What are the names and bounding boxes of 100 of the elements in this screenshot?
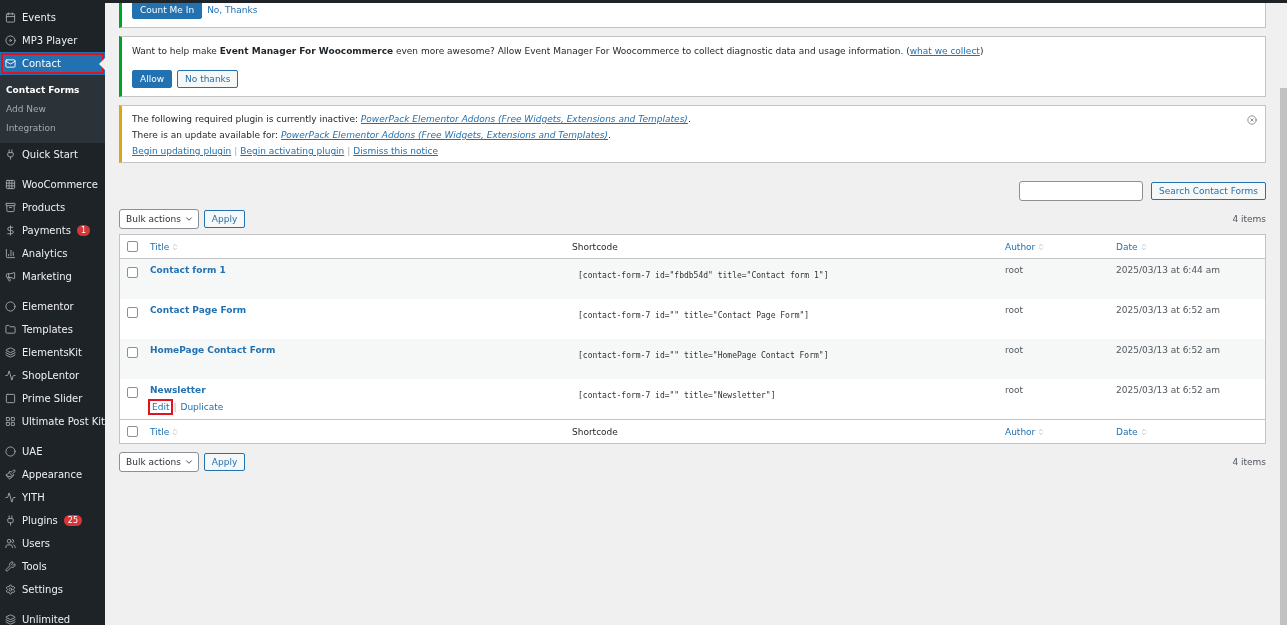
notice-text: Want to help make Event Manager For Woocommerce even more awesome? Allow Event Manager For Woocommerce to collect diagnostic data and usage information. (what we collect) (132, 46, 984, 56)
megaphone-icon (5, 271, 16, 282)
action-link[interactable]: Begin updating plugin (132, 146, 232, 156)
menu-item[interactable]: YITH (0, 486, 105, 509)
primary-button[interactable]: Allow (132, 70, 173, 88)
menu-item[interactable]: WooCommerce (0, 173, 105, 196)
menu-item[interactable]: Quick Start (0, 143, 105, 166)
checkbox[interactable] (127, 387, 138, 398)
submenu-item[interactable]: Add New (0, 99, 105, 118)
circle-icon (5, 301, 16, 312)
notice-text: The following required plugin is currently inactive: PowerPack Elementor Addons (Free Widgets, Extensions and Templates). (132, 114, 691, 124)
secondary-button[interactable]: No thanks (177, 70, 239, 88)
form-title-link[interactable]: Contact form 1 (150, 265, 226, 275)
menu-item[interactable]: UAE (0, 440, 105, 463)
sortable-column-header[interactable]: Author (1005, 426, 1046, 437)
dismiss-link[interactable]: No, Thanks (207, 5, 258, 15)
checkbox[interactable] (127, 267, 138, 278)
item-count: 4 items (1232, 214, 1266, 224)
circle-icon (5, 446, 16, 457)
menu-item[interactable]: Marketing (0, 265, 105, 288)
form-title-link[interactable]: Newsletter (150, 385, 206, 395)
column-heading: Shortcode (572, 426, 618, 437)
menu-item[interactable]: Tools (0, 555, 105, 578)
menu-item[interactable]: Plugins 25 (0, 509, 105, 532)
form-title-link[interactable]: Contact Page Form (150, 305, 247, 315)
menu-item[interactable]: ShopLentor (0, 364, 105, 387)
shortcode-cell-text: [contact-form-7 id="" title="Contact Page Form"] (577, 310, 810, 320)
activity-icon (5, 370, 16, 381)
action-link[interactable]: Dismiss this notice (353, 146, 438, 156)
sortable-column-header[interactable]: Author (1005, 241, 1046, 252)
menu-item[interactable]: Appearance (0, 463, 105, 486)
menu-item[interactable]: Elementor (0, 295, 105, 318)
scrollbar-thumb[interactable] (1280, 88, 1287, 625)
menu-item[interactable]: Payments 1 (0, 219, 105, 242)
sortable-column-header[interactable]: Title (150, 241, 180, 252)
close-icon[interactable] (1247, 115, 1257, 125)
layers-icon (5, 614, 16, 625)
search-field[interactable] (1018, 181, 1143, 201)
bulk-actions-select[interactable]: Bulk actions (119, 452, 199, 472)
checkbox[interactable] (127, 241, 138, 252)
author-cell: root (1005, 345, 1024, 355)
date-cell: 2025/03/13 at 6:44 am (1116, 265, 1220, 275)
menu-item[interactable]: ElementsKit (0, 341, 105, 364)
sort-icon (1037, 242, 1046, 251)
users-icon (5, 538, 16, 549)
submenu-item[interactable]: Integration (0, 118, 105, 137)
settings-icon (5, 584, 16, 595)
chevron-down-icon (183, 214, 194, 224)
bulk-actions-select[interactable]: Bulk actions (119, 209, 199, 229)
row-action-link[interactable]: Duplicate (178, 401, 226, 413)
grid-icon (5, 179, 16, 190)
menu-item[interactable]: Analytics (0, 242, 105, 265)
menu-item[interactable]: Ultimate Post Kit (0, 410, 105, 433)
menu-item[interactable]: Users (0, 532, 105, 555)
menu-item[interactable]: Unlimited (0, 608, 105, 625)
menu-item[interactable]: Contact (0, 52, 105, 75)
layout-icon (5, 416, 16, 427)
date-cell: 2025/03/13 at 6:52 am (1116, 345, 1220, 355)
sort-icon (171, 242, 180, 251)
calendar-icon (5, 12, 16, 23)
menu-item[interactable]: Settings (0, 578, 105, 601)
shortcode-cell-text: [contact-form-7 id="" title="Newsletter"] (577, 390, 776, 400)
bar-chart-icon (5, 248, 16, 259)
shortcode-cell-text: [contact-form-7 id="" title="HomePage Contact Form"] (577, 350, 829, 360)
primary-button[interactable]: Count Me In (132, 3, 203, 19)
sort-icon (1139, 427, 1148, 436)
search-button[interactable]: Search Contact Forms (1150, 182, 1266, 200)
apply-button[interactable]: Apply (203, 453, 246, 471)
item-count: 4 items (1232, 457, 1266, 467)
plugin-link[interactable]: PowerPack Elementor Addons (Free Widgets, Extensions and Templates) (360, 114, 688, 124)
sort-icon (1139, 242, 1148, 251)
folder-icon (5, 324, 16, 335)
plugin-link[interactable]: PowerPack Elementor Addons (Free Widgets, Extensions and Templates) (280, 130, 608, 140)
menu-item[interactable]: Products (0, 196, 105, 219)
author-cell: root (1005, 385, 1024, 395)
sortable-column-header[interactable]: Date (1116, 241, 1148, 252)
separator: | (347, 146, 351, 156)
action-link[interactable]: Begin activating plugin (240, 146, 345, 156)
sortable-column-header[interactable]: Date (1116, 426, 1148, 437)
plug-icon (5, 149, 16, 160)
submenu-item[interactable]: Contact Forms (0, 80, 105, 99)
notice-text: There is an update available for: PowerPack Elementor Addons (Free Widgets, Extensions and Templates). (132, 130, 611, 140)
author-cell: root (1005, 305, 1024, 315)
count-badge: 25 (63, 515, 82, 526)
menu-item[interactable]: Events (0, 6, 105, 29)
square-icon (5, 393, 16, 404)
author-cell: root (1005, 265, 1024, 275)
checkbox[interactable] (127, 307, 138, 318)
checkbox[interactable] (127, 426, 138, 437)
row-action-link[interactable]: Edit (150, 401, 172, 413)
sortable-column-header[interactable]: Title (150, 426, 180, 437)
plug-icon (5, 515, 16, 526)
checkbox[interactable] (127, 347, 138, 358)
menu-item[interactable]: Prime Slider (0, 387, 105, 410)
date-cell: 2025/03/13 at 6:52 am (1116, 305, 1220, 315)
form-title-link[interactable]: HomePage Contact Form (150, 345, 276, 355)
apply-button[interactable]: Apply (203, 210, 246, 228)
menu-item[interactable]: Templates (0, 318, 105, 341)
disc-icon (5, 35, 16, 46)
menu-item[interactable]: MP3 Player (0, 29, 105, 52)
